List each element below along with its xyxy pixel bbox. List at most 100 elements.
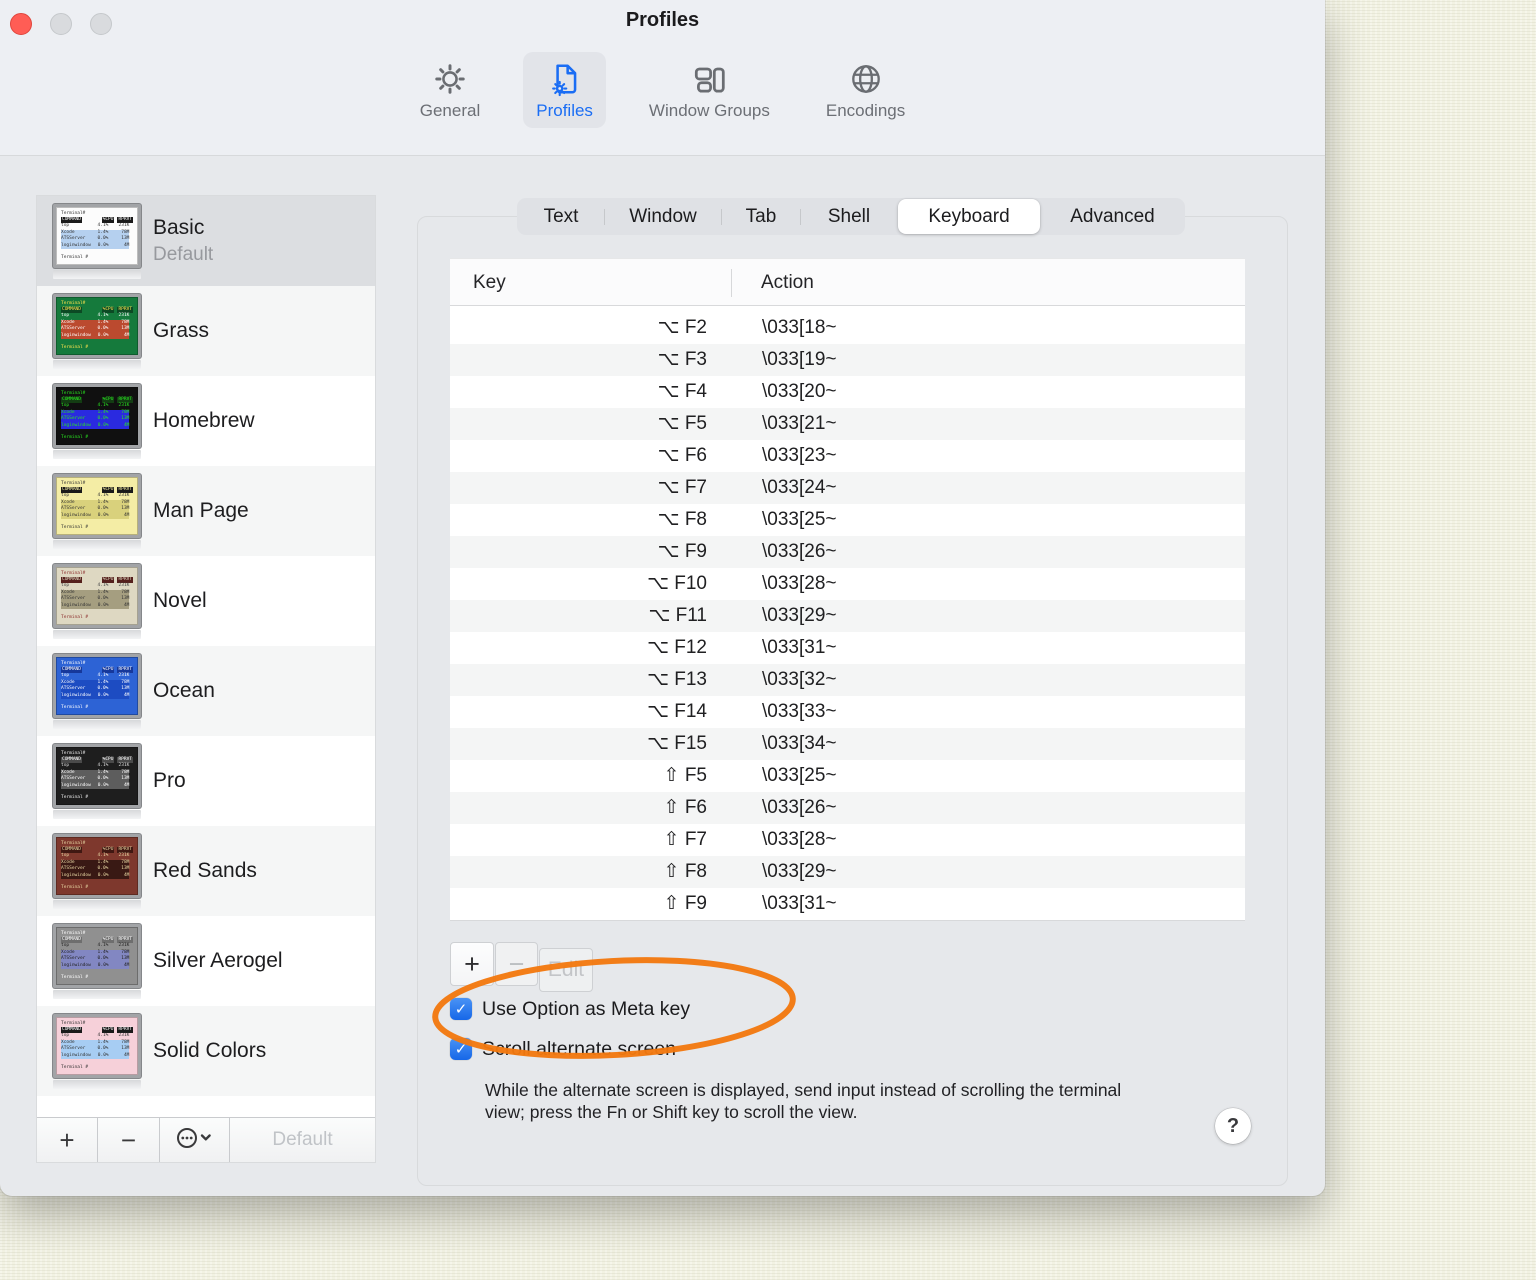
- table-row-opt-f5[interactable]: ⌥ F5 \033[21~: [450, 408, 1245, 440]
- action-cell: \033[19~: [762, 349, 837, 370]
- action-cell: \033[28~: [762, 573, 837, 594]
- action-cell: \033[31~: [762, 893, 837, 914]
- profile-name: Man Page: [153, 499, 249, 522]
- action-cell: \033[34~: [762, 733, 837, 754]
- thumbnail-line: Terminal #: [61, 704, 89, 710]
- profile-item-solid-colors[interactable]: Terminal# COMMAND %CPU RPRVT top 4.1% 231K Xcod…: [37, 1006, 375, 1096]
- profile-name: Ocean: [153, 679, 215, 702]
- tab-window[interactable]: Window: [605, 199, 721, 234]
- profile-name: Red Sands: [153, 859, 257, 882]
- help-button[interactable]: ?: [1215, 1108, 1251, 1144]
- table-row-opt-f4[interactable]: ⌥ F4 \033[20~: [450, 376, 1245, 408]
- profile-item-red-sands[interactable]: Terminal# COMMAND %CPU RPRVT top 4.1% 231K Xcod…: [37, 826, 375, 916]
- action-cell: \033[23~: [762, 445, 837, 466]
- tab-keyboard[interactable]: Keyboard: [898, 199, 1040, 234]
- add-profile-button[interactable]: +: [37, 1118, 98, 1162]
- checkbox-group: ✓ Use Option as Meta key ✓ Scroll altern…: [450, 996, 690, 1076]
- profile-item-silver-aerogel[interactable]: Terminal# COMMAND %CPU RPRVT top 4.1% 231K Xcod…: [37, 916, 375, 1006]
- table-row-shift-f8[interactable]: ⇧ F8 \033[29~: [450, 856, 1245, 888]
- column-divider[interactable]: [731, 269, 732, 297]
- table-row-shift-f5[interactable]: ⇧ F5 \033[25~: [450, 760, 1245, 792]
- window-title: Profiles: [625, 9, 700, 31]
- profile-name: Novel: [153, 589, 207, 612]
- tab-shell[interactable]: Shell: [801, 199, 897, 234]
- table-row-opt-f6[interactable]: ⌥ F6 \033[23~: [450, 440, 1245, 472]
- profile-item-pro[interactable]: Terminal# COMMAND %CPU RPRVT top 4.1% 231K Xcod…: [37, 736, 375, 826]
- table-row-shift-f9[interactable]: ⇧ F9 \033[31~: [450, 888, 1245, 920]
- more-options-button[interactable]: [160, 1118, 230, 1162]
- profile-item-basic[interactable]: Terminal# COMMAND %CPU RPRVT top 4.1% 231K Xcod…: [37, 196, 375, 286]
- key-cell: ⌥ F11: [648, 605, 707, 626]
- profile-item-novel[interactable]: Terminal# COMMAND %CPU RPRVT top 4.1% 231K Xcod…: [37, 556, 375, 646]
- set-default-button[interactable]: Default: [230, 1118, 375, 1162]
- action-cell: \033[29~: [762, 605, 837, 626]
- profile-item-ocean[interactable]: Terminal# COMMAND %CPU RPRVT top 4.1% 231K Xcod…: [37, 646, 375, 736]
- thumbnail-line: Terminal #: [61, 974, 89, 980]
- remove-profile-button[interactable]: −: [98, 1118, 160, 1162]
- toolbar: General Profiles Window Groups Encodings: [0, 52, 1325, 128]
- profile-item-homebrew[interactable]: Terminal# COMMAND %CPU RPRVT top 4.1% 231K Xcod…: [37, 376, 375, 466]
- thumbnail-line: Terminal #: [61, 434, 89, 440]
- checkbox[interactable]: ✓: [450, 1038, 472, 1060]
- table-row-opt-f7[interactable]: ⌥ F7 \033[24~: [450, 472, 1245, 504]
- table-row-opt-f12[interactable]: ⌥ F12 \033[31~: [450, 632, 1245, 664]
- profile-item-grass[interactable]: Terminal# COMMAND %CPU RPRVT top 4.1% 231K Xcod…: [37, 286, 375, 376]
- action-cell: \033[21~: [762, 413, 837, 434]
- table-row-opt-f9[interactable]: ⌥ F9 \033[26~: [450, 536, 1245, 568]
- thumbnail-screen: Terminal# COMMAND %CPU RPRVT top 4.1% 231K Xcod…: [56, 746, 138, 805]
- key-cell: ⇧ F5: [663, 765, 707, 786]
- column-header-key[interactable]: Key: [473, 259, 506, 307]
- thumbnail-reflection: [53, 899, 141, 909]
- key-cell: ⌥ F14: [647, 701, 707, 722]
- table-row-opt-f2[interactable]: ⌥ F2 \033[18~: [450, 312, 1245, 344]
- toolbar-item-window-groups[interactable]: Window Groups: [636, 52, 783, 128]
- document-gear-icon: [547, 60, 583, 98]
- key-cell: ⌥ F10: [647, 573, 707, 594]
- ellipsis-circle-chevron-icon: [175, 1126, 215, 1155]
- key-cell: ⌥ F8: [657, 509, 707, 530]
- table-row-opt-f13[interactable]: ⌥ F13 \033[32~: [450, 664, 1245, 696]
- thumbnail-screen: Terminal# COMMAND %CPU RPRVT top 4.1% 231K Xcod…: [56, 566, 138, 625]
- toolbar-item-encodings[interactable]: Encodings: [813, 52, 918, 128]
- profile-thumbnail: Terminal# COMMAND %CPU RPRVT top 4.1% 231K Xcod…: [53, 923, 141, 988]
- key-cell: ⌥ F5: [657, 413, 707, 434]
- remove-mapping-button[interactable]: −: [495, 942, 538, 986]
- add-mapping-button[interactable]: +: [450, 942, 494, 986]
- thumbnail-screen: Terminal# COMMAND %CPU RPRVT top 4.1% 231K Xcod…: [56, 656, 138, 715]
- tab-text[interactable]: Text: [518, 199, 604, 234]
- key-cell: ⇧ F8: [663, 861, 707, 882]
- alternate-screen-description: While the alternate screen is displayed,…: [485, 1080, 1122, 1122]
- column-header-action[interactable]: Action: [761, 259, 814, 307]
- table-row-opt-f10[interactable]: ⌥ F10 \033[28~: [450, 568, 1245, 600]
- thumbnail-reflection: [53, 629, 141, 639]
- thumbnail-line: Terminal #: [61, 794, 89, 800]
- key-cell: ⌥ F9: [657, 541, 707, 562]
- profile-thumbnail: Terminal# COMMAND %CPU RPRVT top 4.1% 231K Xcod…: [53, 293, 141, 358]
- table-row-opt-f14[interactable]: ⌥ F14 \033[33~: [450, 696, 1245, 728]
- tab-advanced[interactable]: Advanced: [1041, 199, 1184, 234]
- sidebar-buttons: + − Default: [37, 1117, 375, 1162]
- thumbnail-line: loginwindow 0.0% 4M: [61, 602, 130, 609]
- edit-mapping-button[interactable]: Edit: [539, 948, 593, 992]
- table-row-shift-f7[interactable]: ⇧ F7 \033[28~: [450, 824, 1245, 856]
- tab-tab[interactable]: Tab: [722, 199, 800, 234]
- desktop: Profiles General Profiles Window Groups …: [0, 0, 1536, 1280]
- table-row-opt-f8[interactable]: ⌥ F8 \033[25~: [450, 504, 1245, 536]
- profile-thumbnail: Terminal# COMMAND %CPU RPRVT top 4.1% 231K Xcod…: [53, 1013, 141, 1078]
- table-row-shift-f6[interactable]: ⇧ F6 \033[26~: [450, 792, 1245, 824]
- toolbar-item-general[interactable]: General: [407, 52, 493, 128]
- window-groups-icon: [691, 60, 727, 98]
- thumbnail-reflection: [53, 449, 141, 459]
- toolbar-item-profiles[interactable]: Profiles: [523, 52, 606, 128]
- action-cell: \033[25~: [762, 509, 837, 530]
- thumbnail-line: Terminal #: [61, 1064, 89, 1070]
- action-cell: \033[24~: [762, 477, 837, 498]
- table-row-opt-f3[interactable]: ⌥ F3 \033[19~: [450, 344, 1245, 376]
- profile-item-man-page[interactable]: Terminal# COMMAND %CPU RPRVT top 4.1% 231K Xcod…: [37, 466, 375, 556]
- table-body: ⌥ F2 \033[18~ ⌥ F3 \033[19~ ⌥ F4 \033[20…: [450, 306, 1245, 920]
- titlebar: Profiles General Profiles Window Groups …: [0, 0, 1325, 156]
- table-row-opt-f15[interactable]: ⌥ F15 \033[34~: [450, 728, 1245, 760]
- checkbox[interactable]: ✓: [450, 998, 472, 1020]
- table-row-opt-f11[interactable]: ⌥ F11 \033[29~: [450, 600, 1245, 632]
- action-cell: \033[32~: [762, 669, 837, 690]
